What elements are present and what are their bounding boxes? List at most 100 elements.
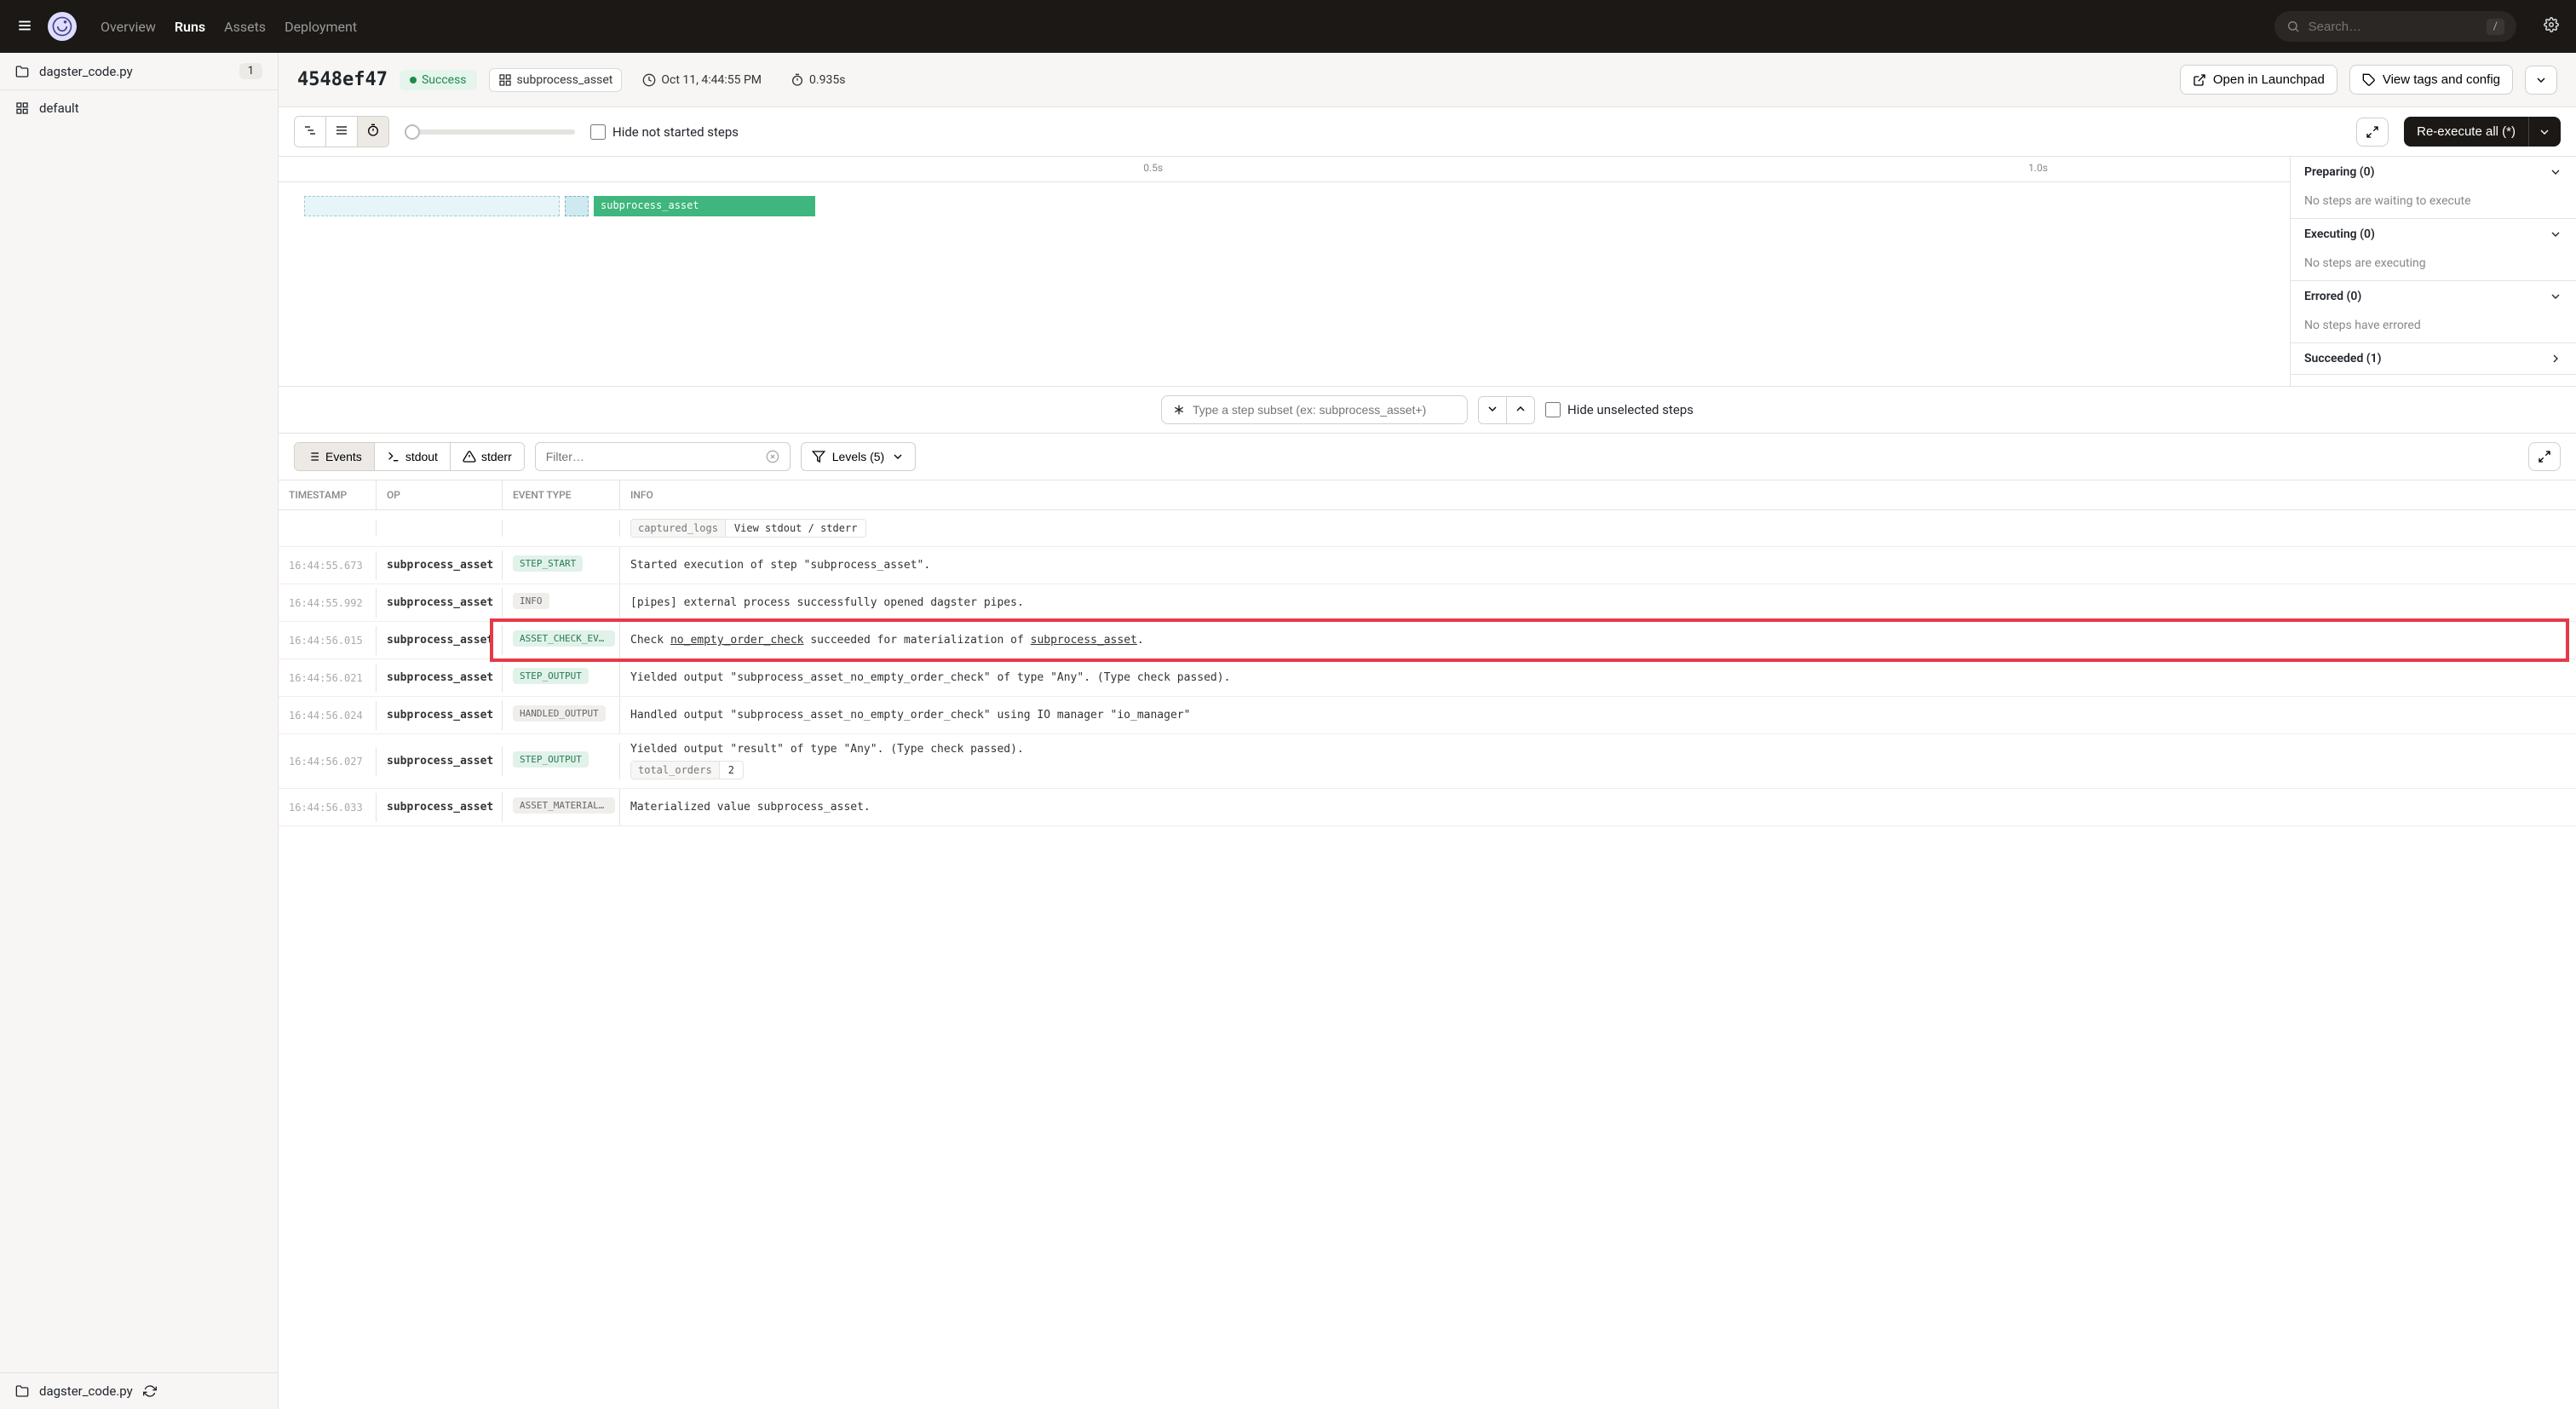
tab-events[interactable]: Events [295, 443, 375, 470]
stopwatch-icon [791, 73, 804, 87]
hide-unselected-checkbox[interactable]: Hide unselected steps [1545, 402, 1693, 417]
search-box[interactable]: / [2274, 11, 2516, 42]
log-row[interactable]: captured_logsView stdout / stderr [279, 510, 2576, 547]
gantt-chart[interactable]: 0.5s 1.0s subprocess_asset [279, 157, 2290, 386]
tab-stdout[interactable]: stdout [375, 443, 451, 470]
search-kbd: / [2487, 19, 2504, 35]
folder-icon [15, 65, 29, 78]
list-icon [307, 450, 320, 463]
gantt-toolbar: Hide not started steps Re-execute all (*… [279, 106, 2576, 157]
layer-buttons [1478, 396, 1535, 424]
terminal-icon [387, 450, 400, 463]
nav-overview[interactable]: Overview [101, 19, 156, 35]
warning-icon [463, 450, 476, 463]
chevron-down-icon [2538, 125, 2551, 139]
reexecute-button[interactable]: Re-execute all (*) [2404, 117, 2528, 147]
log-tab-group: Events stdout stderr [294, 442, 525, 471]
side-succeeded-header[interactable]: Succeeded (1) [2291, 343, 2576, 374]
gear-icon[interactable] [2544, 17, 2559, 36]
job-link[interactable]: subprocess_asset [489, 68, 623, 92]
levels-button[interactable]: Levels (5) [801, 442, 916, 471]
side-executing-header[interactable]: Executing (0) [2291, 219, 2576, 250]
search-icon [2286, 20, 2300, 33]
asterisk-icon [1172, 403, 1186, 417]
status-dot-icon [410, 77, 417, 83]
nav-links: Overview Runs Assets Deployment [101, 19, 357, 35]
layer-up-button[interactable] [1507, 397, 1534, 423]
gantt-view-group [294, 116, 389, 147]
layer-down-button[interactable] [1479, 397, 1507, 423]
zoom-slider[interactable] [405, 129, 575, 135]
nav-assets[interactable]: Assets [224, 19, 266, 35]
clear-icon[interactable] [766, 450, 779, 463]
open-launchpad-button[interactable]: Open in Launchpad [2180, 65, 2337, 95]
logo[interactable] [48, 12, 77, 41]
layers-icon [15, 101, 29, 115]
log-row[interactable]: 16:44:56.015subprocess_assetASSET_CHECK_… [279, 622, 2576, 659]
gantt-bar-prep2 [565, 196, 589, 216]
sidebar-footer-file[interactable]: dagster_code.py [0, 1372, 278, 1409]
sidebar-footer-label: dagster_code.py [39, 1383, 133, 1399]
sidebar-default-label: default [39, 101, 79, 116]
gantt-bar-exec: subprocess_asset [594, 196, 815, 216]
reexecute-group: Re-execute all (*) [2404, 117, 2561, 147]
sidebar-file-label: dagster_code.py [39, 64, 133, 79]
hamburger-icon[interactable] [17, 14, 32, 38]
gantt-side-panel: Preparing (0) No steps are waiting to ex… [2290, 157, 2576, 386]
expand-icon [2538, 450, 2551, 463]
tag-icon [2362, 73, 2376, 87]
chevron-down-icon [2534, 73, 2548, 87]
step-subset-input[interactable] [1161, 395, 1468, 424]
top-nav: Overview Runs Assets Deployment / [0, 0, 2576, 53]
fullscreen-button[interactable] [2356, 118, 2389, 147]
log-row[interactable]: 16:44:56.033subprocess_assetASSET_MATERI… [279, 789, 2576, 826]
log-row[interactable]: 16:44:55.992subprocess_assetINFO[pipes] … [279, 584, 2576, 622]
sidebar-item-default[interactable]: default [0, 90, 278, 126]
gantt-body: 0.5s 1.0s subprocess_asset Preparing (0) [279, 157, 2576, 387]
sidebar: dagster_code.py 1 default dagster_code.p… [0, 53, 279, 1409]
chevron-down-icon [2549, 290, 2562, 303]
reexecute-menu-button[interactable] [2528, 117, 2561, 147]
log-header-row: TIMESTAMP OP EVENT TYPE INFO [279, 480, 2576, 510]
gantt-bar[interactable]: subprocess_asset [304, 196, 815, 216]
tab-stderr[interactable]: stderr [451, 443, 524, 470]
view-tags-button[interactable]: View tags and config [2349, 65, 2513, 95]
gantt-filter-row: Hide unselected steps [279, 387, 2576, 434]
gantt-view-flat[interactable] [326, 117, 358, 147]
search-input[interactable] [2309, 20, 2478, 34]
hide-not-started-checkbox[interactable]: Hide not started steps [590, 124, 739, 140]
side-errored-header[interactable]: Errored (0) [2291, 281, 2576, 312]
log-table: TIMESTAMP OP EVENT TYPE INFO captured_lo… [279, 480, 2576, 1409]
run-id: 4548ef47 [297, 69, 388, 90]
main-content: 4548ef47 Success subprocess_asset Oct 11… [279, 53, 2576, 1409]
gantt-view-timed[interactable] [358, 117, 388, 147]
chevron-right-icon [2549, 352, 2562, 365]
nav-deployment[interactable]: Deployment [285, 19, 357, 35]
clock-icon [642, 73, 656, 87]
run-header: 4548ef47 Success subprocess_asset Oct 11… [279, 53, 2576, 106]
log-filter-input[interactable] [535, 442, 791, 471]
run-duration: 0.935s [782, 69, 854, 91]
side-preparing-header[interactable]: Preparing (0) [2291, 157, 2576, 187]
log-row[interactable]: 16:44:56.027subprocess_assetSTEP_OUTPUTY… [279, 734, 2576, 789]
sidebar-item-file[interactable]: dagster_code.py 1 [0, 53, 278, 90]
log-row[interactable]: 16:44:56.024subprocess_assetHANDLED_OUTP… [279, 697, 2576, 734]
chevron-down-icon [2549, 227, 2562, 241]
gantt-bar-prep [304, 196, 560, 216]
log-toolbar: Events stdout stderr Levels (5) [279, 434, 2576, 480]
chevron-down-icon [2549, 165, 2562, 179]
status-badge: Success [400, 70, 477, 90]
sidebar-file-count: 1 [239, 63, 262, 79]
gantt-view-waterfall[interactable] [295, 117, 326, 147]
expand-icon [2366, 125, 2379, 139]
log-row[interactable]: 16:44:55.673subprocess_assetSTEP_STARTSt… [279, 547, 2576, 584]
log-fullscreen-button[interactable] [2528, 442, 2561, 471]
folder-icon [15, 1384, 29, 1398]
grid-icon [498, 73, 512, 87]
slider-thumb-icon[interactable] [405, 124, 420, 140]
log-row[interactable]: 16:44:56.021subprocess_assetSTEP_OUTPUTY… [279, 659, 2576, 697]
nav-runs[interactable]: Runs [175, 19, 205, 35]
refresh-icon[interactable] [143, 1384, 157, 1398]
external-icon [2193, 73, 2206, 87]
more-menu-button[interactable] [2525, 66, 2557, 95]
